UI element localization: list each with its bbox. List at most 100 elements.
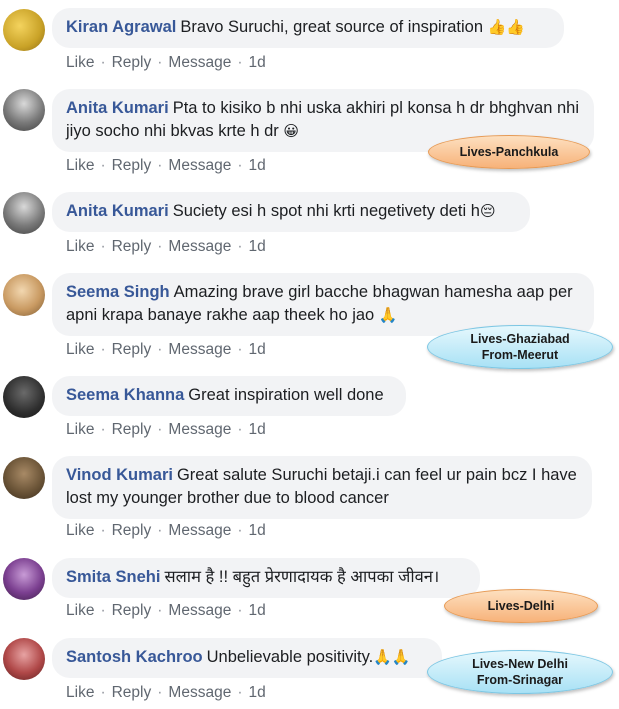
message-link[interactable]: Message [168, 522, 231, 539]
message-link[interactable]: Message [168, 238, 231, 255]
comment-bubble: Vinod Kumari Great salute Suruchi betaji.… [52, 456, 592, 519]
comment-author[interactable]: Vinod Kumari [66, 466, 173, 484]
message-link[interactable]: Message [168, 602, 231, 619]
comment-author[interactable]: Anita Kumari [66, 202, 169, 220]
avatar[interactable] [3, 638, 45, 680]
separator: · [100, 421, 106, 438]
grinning-face-icon: 😀 [283, 122, 300, 140]
comment-text: Unbelievable positivity. [206, 648, 374, 666]
separator: · [237, 421, 243, 438]
like-link[interactable]: Like [66, 54, 94, 71]
avatar[interactable] [3, 89, 45, 131]
reply-link[interactable]: Reply [112, 341, 152, 358]
comment-author[interactable]: Seema Khanna [66, 386, 184, 404]
timestamp[interactable]: 1d [249, 157, 266, 174]
like-link[interactable]: Like [66, 157, 94, 174]
comment-actions: Like · Reply · Message · 1d [66, 54, 266, 72]
separator: · [237, 238, 243, 255]
comment-author[interactable]: Smita Snehi [66, 568, 160, 586]
message-link[interactable]: Message [168, 341, 231, 358]
separator: · [100, 238, 106, 255]
separator: · [157, 157, 163, 174]
separator: · [100, 157, 106, 174]
avatar[interactable] [3, 376, 45, 418]
reply-link[interactable]: Reply [112, 522, 152, 539]
avatar[interactable] [3, 9, 45, 51]
separator: · [237, 341, 243, 358]
avatar[interactable] [3, 274, 45, 316]
folded-hands-icon: 🙏 [378, 306, 398, 324]
comment-author[interactable]: Santosh Kachroo [66, 648, 203, 666]
separator: · [157, 421, 163, 438]
callout-line: Lives-New Delhi [472, 657, 568, 671]
separator: · [100, 341, 106, 358]
separator: · [157, 602, 163, 619]
separator: · [157, 341, 163, 358]
separator: · [157, 238, 163, 255]
like-link[interactable]: Like [66, 602, 94, 619]
separator: · [157, 522, 163, 539]
comment-bubble: Smita Snehi सलाम है !! बहुत प्रेरणादायक ह… [52, 558, 480, 598]
thumbs-up-icon: 👍👍 [487, 18, 525, 36]
like-link[interactable]: Like [66, 522, 94, 539]
pensive-face-icon: 😔 [479, 202, 496, 220]
separator: · [100, 602, 106, 619]
comment-bubble: Santosh Kachroo Unbelievable positivity.🙏… [52, 638, 442, 678]
separator: · [237, 157, 243, 174]
separator: · [237, 54, 243, 71]
reply-link[interactable]: Reply [112, 54, 152, 71]
callout-line: Lives-Panchkula [459, 145, 559, 159]
timestamp[interactable]: 1d [249, 54, 266, 71]
avatar[interactable] [3, 457, 45, 499]
comment-actions: Like · Reply · Message · 1d [66, 238, 266, 256]
comment-text: Bravo Suruchi, great source of inspirati… [180, 18, 483, 36]
location-callout-delhi: Lives-Delhi [444, 589, 598, 623]
location-callout-panchkula: Lives-Panchkula [428, 135, 590, 169]
comment-text: Great inspiration well done [188, 386, 384, 404]
message-link[interactable]: Message [168, 421, 231, 438]
callout-line: Lives-Ghaziabad [470, 332, 570, 346]
callout-line: From-Srinagar [476, 673, 564, 687]
reply-link[interactable]: Reply [112, 238, 152, 255]
reply-link[interactable]: Reply [112, 157, 152, 174]
timestamp[interactable]: 1d [249, 684, 266, 701]
comment-actions: Like · Reply · Message · 1d [66, 684, 266, 702]
timestamp[interactable]: 1d [249, 421, 266, 438]
location-callout-new-delhi: Lives-New Delhi From-Srinagar [427, 650, 613, 694]
separator: · [237, 522, 243, 539]
comment-bubble: Kiran Agrawal Bravo Suruchi, great source… [52, 8, 564, 48]
comment-actions: Like · Reply · Message · 1d [66, 341, 266, 359]
timestamp[interactable]: 1d [249, 522, 266, 539]
callout-line: Lives-Delhi [487, 599, 555, 613]
message-link[interactable]: Message [168, 54, 231, 71]
comment-author[interactable]: Kiran Agrawal [66, 18, 176, 36]
separator: · [157, 54, 163, 71]
reply-link[interactable]: Reply [112, 421, 152, 438]
separator: · [237, 684, 243, 701]
comment-actions: Like · Reply · Message · 1d [66, 602, 266, 620]
message-link[interactable]: Message [168, 684, 231, 701]
reply-link[interactable]: Reply [112, 684, 152, 701]
comment-author[interactable]: Anita Kumari [66, 99, 169, 117]
reply-link[interactable]: Reply [112, 602, 152, 619]
timestamp[interactable]: 1d [249, 238, 266, 255]
avatar[interactable] [3, 192, 45, 234]
comment-bubble: Seema Khanna Great inspiration well done [52, 376, 406, 416]
separator: · [100, 522, 106, 539]
separator: · [100, 54, 106, 71]
callout-line: From-Meerut [481, 348, 559, 362]
location-callout-ghaziabad: Lives-Ghaziabad From-Meerut [427, 325, 613, 369]
comment-actions: Like · Reply · Message · 1d [66, 522, 266, 540]
timestamp[interactable]: 1d [249, 341, 266, 358]
comment-text: सलाम है !! बहुत प्रेरणादायक है आपका जीवन… [164, 568, 440, 586]
like-link[interactable]: Like [66, 238, 94, 255]
like-link[interactable]: Like [66, 684, 94, 701]
separator: · [100, 684, 106, 701]
like-link[interactable]: Like [66, 421, 94, 438]
message-link[interactable]: Message [168, 157, 231, 174]
like-link[interactable]: Like [66, 341, 94, 358]
comment-bubble: Anita Kumari Suciety esi h spot nhi krti … [52, 192, 530, 232]
avatar[interactable] [3, 558, 45, 600]
comment-author[interactable]: Seema Singh [66, 283, 170, 301]
timestamp[interactable]: 1d [249, 602, 266, 619]
